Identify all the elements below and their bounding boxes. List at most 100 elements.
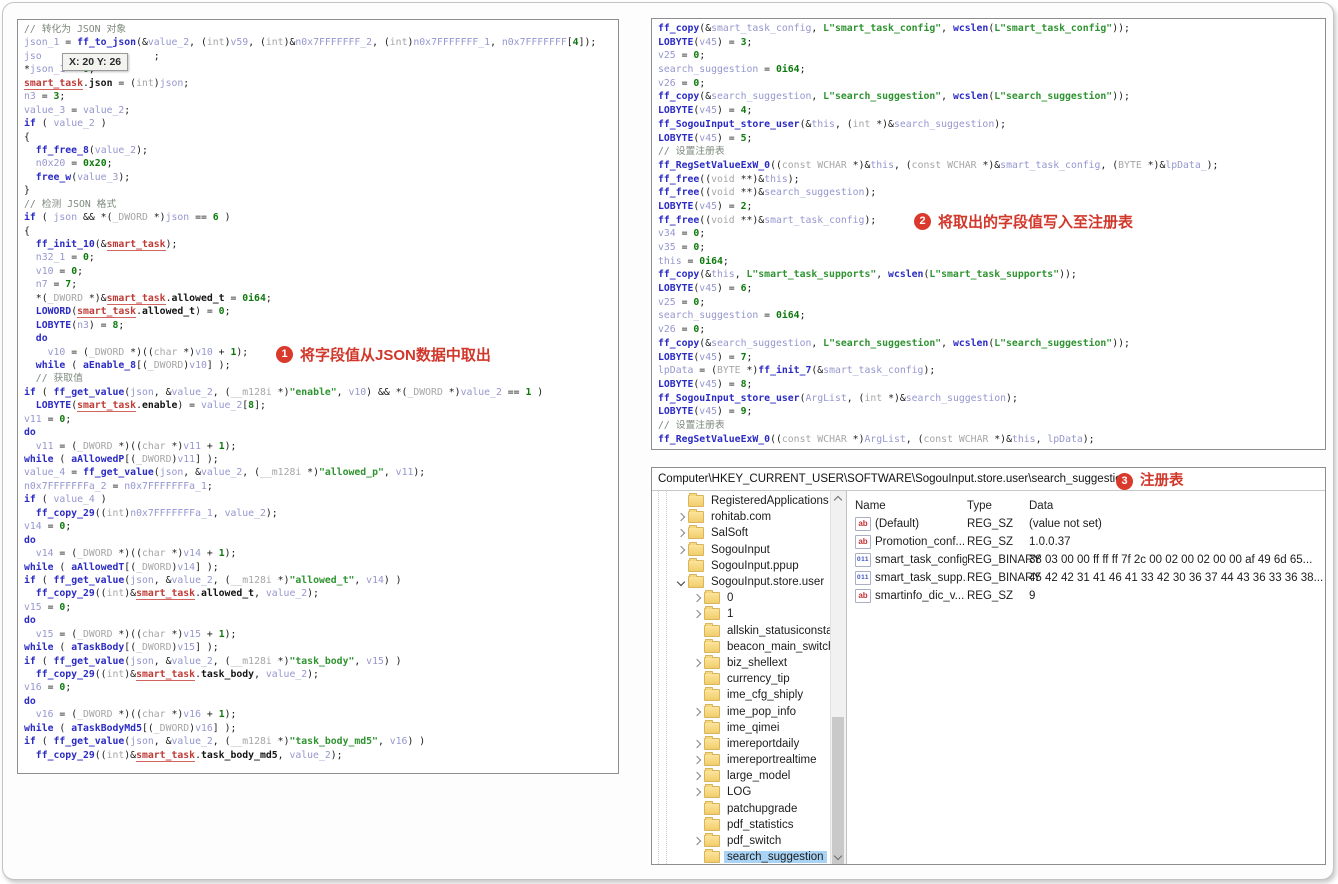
chevron-right-icon[interactable] bbox=[676, 512, 688, 522]
registry-tree-item[interactable]: large_model bbox=[652, 768, 846, 784]
code-line: n7 = 7; bbox=[35, 279, 78, 291]
code-line: if ( ff_get_value(json, &value_2, (__m12… bbox=[24, 736, 426, 748]
registry-tree-item[interactable]: 1 bbox=[652, 606, 846, 622]
registry-tree-item[interactable]: SogouInput.store.user bbox=[652, 574, 846, 590]
tree-item-label[interactable]: SogouInput.ppup bbox=[708, 560, 802, 572]
registry-tree-item[interactable]: SalSoft bbox=[652, 525, 846, 541]
tree-item-label[interactable]: SogouInput bbox=[708, 544, 773, 556]
folder-icon bbox=[704, 752, 720, 767]
chevron-right-icon[interactable] bbox=[692, 593, 704, 603]
folder-icon bbox=[704, 703, 720, 718]
scroll-up-icon[interactable] bbox=[834, 494, 842, 502]
tree-item-label[interactable]: pdf_switch bbox=[724, 835, 784, 847]
tree-item-label[interactable]: biz_shellext bbox=[724, 657, 790, 669]
tree-item-label[interactable]: 0 bbox=[724, 592, 736, 604]
folder-icon bbox=[688, 574, 704, 589]
chevron-right-icon[interactable] bbox=[692, 658, 704, 668]
code-line: { bbox=[24, 131, 30, 143]
screenshot-card: // 转化为 JSON 对象 json_1 = ff_to_json(&value… bbox=[2, 2, 1334, 880]
registry-tree-item[interactable]: ime_cfg_shiply bbox=[652, 687, 846, 703]
tree-item-label[interactable]: beacon_main_switch bbox=[724, 641, 837, 653]
registry-tree-item[interactable]: allskin_statusiconstatis bbox=[652, 622, 846, 639]
registry-tree-item[interactable]: RegisteredApplications bbox=[652, 493, 846, 509]
code-line: do bbox=[24, 615, 36, 627]
column-data[interactable]: Data bbox=[1029, 500, 1325, 512]
registry-tree-item[interactable]: imereportdaily bbox=[652, 735, 846, 752]
registry-tree-item[interactable]: rohitab.com bbox=[652, 509, 846, 525]
column-type[interactable]: Type bbox=[967, 500, 1029, 512]
registry-value-row[interactable]: 011 smart_task_supp... REG_BINARY 45 42 42 … bbox=[855, 569, 1325, 587]
column-name[interactable]: Name bbox=[855, 500, 967, 512]
value-type: REG_SZ bbox=[967, 518, 1014, 531]
tree-item-label[interactable]: search_suggestion bbox=[724, 851, 827, 864]
expander-placeholder bbox=[692, 642, 704, 652]
registry-address-bar[interactable]: Computer\HKEY_CURRENT_USER\SOFTWARE\Sogo… bbox=[652, 468, 1325, 491]
registry-tree-item[interactable]: patchupgrade bbox=[652, 800, 846, 817]
tree-item-label[interactable]: ime_qimei bbox=[724, 722, 782, 734]
registry-tree-item[interactable]: SogouInput bbox=[652, 541, 846, 558]
registry-value-row[interactable]: 011 smart_task_config REG_BINARY 38 03 00 0… bbox=[855, 551, 1325, 569]
registry-tree-item[interactable]: pdf_switch bbox=[652, 833, 846, 849]
tree-item-label[interactable]: ime_pop_info bbox=[724, 706, 799, 718]
expander-placeholder bbox=[692, 852, 704, 862]
tree-item-label[interactable]: SogouInput.store.user bbox=[708, 576, 827, 588]
annotation-3: 3 注册表 bbox=[1116, 470, 1184, 492]
chevron-right-icon[interactable] bbox=[692, 787, 704, 797]
annotation-2-badge: 2 bbox=[914, 213, 931, 230]
code-line: if ( json && *(_DWORD *)json == 6 ) bbox=[24, 212, 231, 224]
chevron-right-icon[interactable] bbox=[676, 545, 688, 555]
chevron-right-icon[interactable] bbox=[692, 836, 704, 846]
registry-value-row[interactable]: ab Promotion_conf... REG_SZ 1.0.0.37 bbox=[855, 533, 1325, 551]
registry-tree-item[interactable]: LOG bbox=[652, 784, 846, 800]
chevron-right-icon[interactable] bbox=[692, 609, 704, 619]
tree-item-label[interactable]: SalSoft bbox=[708, 527, 751, 539]
tree-item-label[interactable]: RegisteredApplications bbox=[708, 495, 832, 507]
tree-item-label[interactable]: rohitab.com bbox=[708, 511, 774, 523]
chevron-right-icon[interactable] bbox=[692, 771, 704, 781]
code-line: v16 = (_DWORD *)((char *)v16 + 1); bbox=[35, 709, 237, 721]
code-line: *(_DWORD *)&smart_task.allowed_t = 0i64; bbox=[24, 292, 272, 305]
registry-tree-item[interactable]: currency_tip bbox=[652, 671, 846, 687]
chevron-down-icon[interactable] bbox=[676, 577, 688, 587]
code-line: v15 = 0; bbox=[24, 601, 72, 613]
expander-placeholder bbox=[692, 804, 704, 814]
registry-tree-item[interactable]: pdf_statistics bbox=[652, 816, 846, 833]
registry-tree-item[interactable]: 0 bbox=[652, 590, 846, 606]
registry-tree-item[interactable]: imereportrealtime bbox=[652, 752, 846, 768]
chevron-right-icon[interactable] bbox=[692, 739, 704, 749]
chevron-right-icon[interactable] bbox=[692, 707, 704, 717]
registry-value-row[interactable]: ab smartinfo_dic_v... REG_SZ 9 bbox=[855, 587, 1325, 605]
registry-value-row[interactable]: ab (Default) REG_SZ (value not set) bbox=[855, 515, 1325, 533]
tree-item-label[interactable]: currency_tip bbox=[724, 673, 793, 685]
chevron-right-icon[interactable] bbox=[692, 755, 704, 765]
tree-item-label[interactable]: allskin_statusiconstatis bbox=[724, 625, 846, 637]
folder-icon bbox=[704, 590, 720, 605]
registry-tree-item[interactable]: ime_pop_info bbox=[652, 703, 846, 719]
chevron-right-icon[interactable] bbox=[676, 528, 688, 538]
folder-icon bbox=[688, 541, 704, 556]
tree-item-label[interactable]: imereportdaily bbox=[724, 738, 802, 750]
registry-tree-item[interactable]: search_suggestion bbox=[652, 849, 846, 864]
tree-item-label[interactable]: large_model bbox=[724, 770, 793, 782]
tree-item-label[interactable]: LOG bbox=[724, 786, 754, 798]
registry-tree-item[interactable]: biz_shellext bbox=[652, 654, 846, 671]
folder-icon bbox=[704, 833, 720, 848]
code-line: ff_copy(&search_suggestion, L"search_sug… bbox=[658, 337, 1130, 349]
folder-icon bbox=[704, 687, 720, 702]
registry-tree-item[interactable]: SogouInput.ppup bbox=[652, 557, 846, 574]
scrollbar-thumb[interactable] bbox=[832, 717, 844, 864]
decompiler-panel-left: // 转化为 JSON 对象 json_1 = ff_to_json(&value… bbox=[17, 19, 619, 774]
value-data: (value not set) bbox=[1029, 518, 1102, 531]
registry-tree-item[interactable]: beacon_main_switch bbox=[652, 638, 846, 655]
tree-item-label[interactable]: imereportrealtime bbox=[724, 754, 819, 766]
scroll-down-icon[interactable] bbox=[834, 853, 842, 861]
tree-scrollbar[interactable] bbox=[830, 491, 846, 864]
tree-item-label[interactable]: 1 bbox=[724, 608, 736, 620]
folder-icon bbox=[704, 768, 720, 783]
tree-item-label[interactable]: patchupgrade bbox=[724, 803, 800, 815]
tree-item-label[interactable]: pdf_statistics bbox=[724, 819, 796, 831]
tree-item-label[interactable]: ime_cfg_shiply bbox=[724, 689, 806, 701]
values-header[interactable]: Name Type Data bbox=[855, 497, 1325, 515]
registry-tree-item[interactable]: ime_qimei bbox=[652, 719, 846, 736]
code-line: if ( ff_get_value(json, &value_2, (__m12… bbox=[24, 386, 544, 398]
